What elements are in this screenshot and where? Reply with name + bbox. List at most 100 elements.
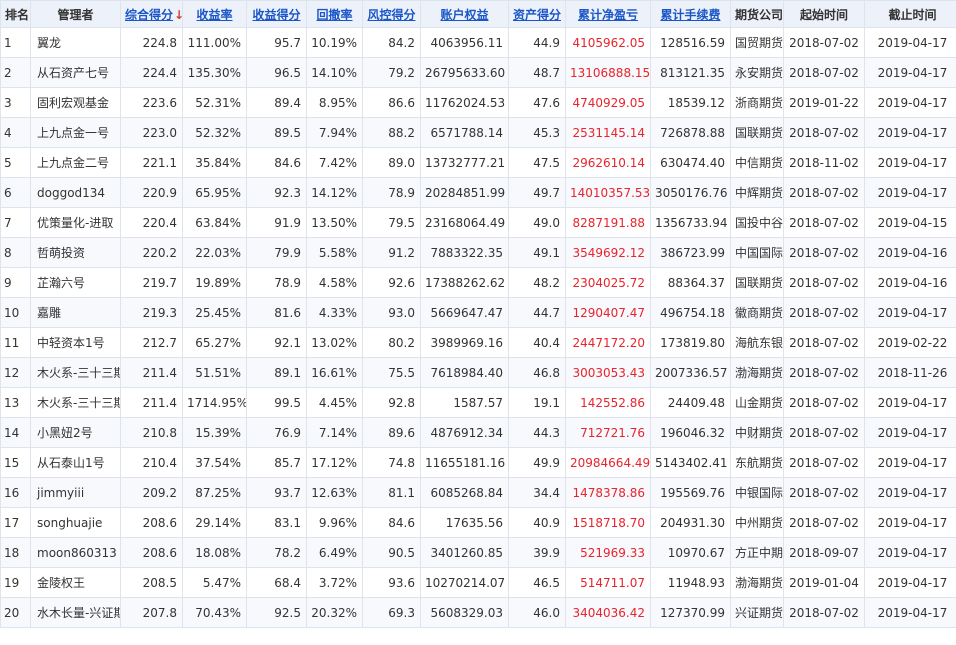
table-row: 5 上九点金二号 221.1 35.84% 84.6 7.42% 89.0 13732777.… [0, 147, 956, 178]
manager-cell: 哲萌投资 [30, 237, 121, 268]
equity-cell: 7883322.35 [420, 237, 509, 268]
sort-link-return-score[interactable]: 收益得分 [252, 8, 300, 22]
sort-link-fees[interactable]: 累计手续费 [660, 8, 720, 22]
end-date-cell: 2019-04-17 [864, 507, 956, 538]
header-broker: 期货公司 [730, 0, 784, 28]
table-row: 11 中轻资本1号 212.7 65.27% 92.1 13.02% 80.2 3989969… [0, 327, 956, 358]
risk-score-cell: 89.0 [362, 147, 421, 178]
risk-score-cell: 74.8 [362, 447, 421, 478]
asset-score-cell: 46.0 [508, 597, 566, 628]
manager-cell: 水木长量-兴证期货 [30, 597, 121, 628]
end-date-cell: 2019-04-17 [864, 57, 956, 88]
equity-cell: 7618984.40 [420, 357, 509, 388]
composite-score-cell: 208.6 [120, 537, 183, 568]
asset-score-cell: 49.7 [508, 177, 566, 208]
sort-link-return-rate[interactable]: 收益率 [196, 8, 232, 22]
start-date-cell: 2018-11-02 [783, 147, 865, 178]
header-start-date: 起始时间 [783, 0, 865, 28]
fees-cell: 726878.88 [650, 117, 731, 148]
sort-link-risk-score[interactable]: 风控得分 [367, 8, 415, 22]
fees-cell: 128516.59 [650, 27, 731, 58]
table-row: 19 金陵权王 208.5 5.47% 68.4 3.72% 93.6 10270214.07… [0, 567, 956, 598]
net-pnl-cell: 20984664.49 [565, 447, 651, 478]
header-manager: 管理者 [30, 0, 121, 28]
rank-cell: 15 [0, 447, 31, 478]
equity-cell: 4063956.11 [420, 27, 509, 58]
table-row: 16 jimmyiii 209.2 87.25% 93.7 12.63% 81.1 60852… [0, 477, 956, 508]
asset-score-cell: 34.4 [508, 477, 566, 508]
asset-score-cell: 45.3 [508, 117, 566, 148]
risk-score-cell: 79.5 [362, 207, 421, 238]
fees-cell: 11948.93 [650, 567, 731, 598]
header-asset-score[interactable]: 资产得分 [508, 0, 566, 28]
risk-score-cell: 91.2 [362, 237, 421, 268]
rank-cell: 19 [0, 567, 31, 598]
asset-score-cell: 48.2 [508, 267, 566, 298]
end-date-cell: 2019-04-17 [864, 387, 956, 418]
rank-cell: 12 [0, 357, 31, 388]
risk-score-cell: 92.8 [362, 387, 421, 418]
drawdown-cell: 14.10% [306, 57, 363, 88]
sort-link-drawdown[interactable]: 回撤率 [316, 8, 352, 22]
broker-cell: 兴证期货 [730, 597, 784, 628]
table-row: 10 嘉雕 219.3 25.45% 81.6 4.33% 93.0 5669647.47 44… [0, 297, 956, 328]
drawdown-cell: 4.45% [306, 387, 363, 418]
sort-link-asset-score[interactable]: 资产得分 [513, 8, 561, 22]
composite-score-cell: 212.7 [120, 327, 183, 358]
table-row: 8 哲萌投资 220.2 22.03% 79.9 5.58% 91.2 7883322.35 4… [0, 237, 956, 268]
header-equity[interactable]: 账户权益 [420, 0, 509, 28]
asset-score-cell: 48.7 [508, 57, 566, 88]
ranking-table: 排名 管理者 综合得分↓ 收益率 收益得分 回撤率 风控得分 账户权益 资产得分… [0, 0, 956, 628]
end-date-cell: 2019-04-17 [864, 117, 956, 148]
rank-cell: 8 [0, 237, 31, 268]
broker-cell: 方正中期 [730, 537, 784, 568]
broker-cell: 东航期货 [730, 447, 784, 478]
net-pnl-cell: 14010357.53 [565, 177, 651, 208]
rank-cell: 1 [0, 27, 31, 58]
sort-link-equity[interactable]: 账户权益 [440, 8, 488, 22]
drawdown-cell: 4.33% [306, 297, 363, 328]
end-date-cell: 2019-04-17 [864, 597, 956, 628]
header-composite-score[interactable]: 综合得分↓ [120, 0, 183, 28]
drawdown-cell: 9.96% [306, 507, 363, 538]
asset-score-cell: 49.9 [508, 447, 566, 478]
header-risk-score[interactable]: 风控得分 [362, 0, 421, 28]
manager-cell: 翼龙 [30, 27, 121, 58]
broker-cell: 中国国际 [730, 237, 784, 268]
header-fees[interactable]: 累计手续费 [650, 0, 731, 28]
rank-cell: 14 [0, 417, 31, 448]
composite-score-cell: 209.2 [120, 477, 183, 508]
drawdown-cell: 14.12% [306, 177, 363, 208]
fees-cell: 630474.40 [650, 147, 731, 178]
equity-cell: 26795633.60 [420, 57, 509, 88]
start-date-cell: 2018-07-02 [783, 327, 865, 358]
manager-cell: 上九点金二号 [30, 147, 121, 178]
sort-down-arrow-icon[interactable]: ↓ [174, 8, 181, 22]
start-date-cell: 2018-07-02 [783, 417, 865, 448]
return-rate-cell: 70.43% [182, 597, 247, 628]
return-score-cell: 78.2 [246, 537, 307, 568]
fees-cell: 195569.76 [650, 477, 731, 508]
end-date-cell: 2019-02-22 [864, 327, 956, 358]
return-score-cell: 91.9 [246, 207, 307, 238]
rank-cell: 17 [0, 507, 31, 538]
table-row: 17 songhuajie 208.6 29.14% 83.1 9.96% 84.6 1763… [0, 507, 956, 538]
manager-cell: 优策量化-进取 [30, 207, 121, 238]
fees-cell: 204931.30 [650, 507, 731, 538]
asset-score-cell: 44.3 [508, 417, 566, 448]
header-drawdown[interactable]: 回撤率 [306, 0, 363, 28]
risk-score-cell: 88.2 [362, 117, 421, 148]
net-pnl-cell: 514711.07 [565, 567, 651, 598]
sort-link-net-pnl[interactable]: 累计净盈亏 [578, 8, 638, 22]
composite-score-cell: 220.4 [120, 207, 183, 238]
table-row: 4 上九点金一号 223.0 52.32% 89.5 7.94% 88.2 6571788.1… [0, 117, 956, 148]
header-return-score[interactable]: 收益得分 [246, 0, 307, 28]
header-return-rate[interactable]: 收益率 [182, 0, 247, 28]
risk-score-cell: 92.6 [362, 267, 421, 298]
sort-link-composite-score[interactable]: 综合得分 [125, 8, 173, 22]
equity-cell: 6571788.14 [420, 117, 509, 148]
header-net-pnl[interactable]: 累计净盈亏 [565, 0, 651, 28]
net-pnl-cell: 4105962.05 [565, 27, 651, 58]
manager-cell: songhuajie [30, 507, 121, 538]
risk-score-cell: 89.6 [362, 417, 421, 448]
